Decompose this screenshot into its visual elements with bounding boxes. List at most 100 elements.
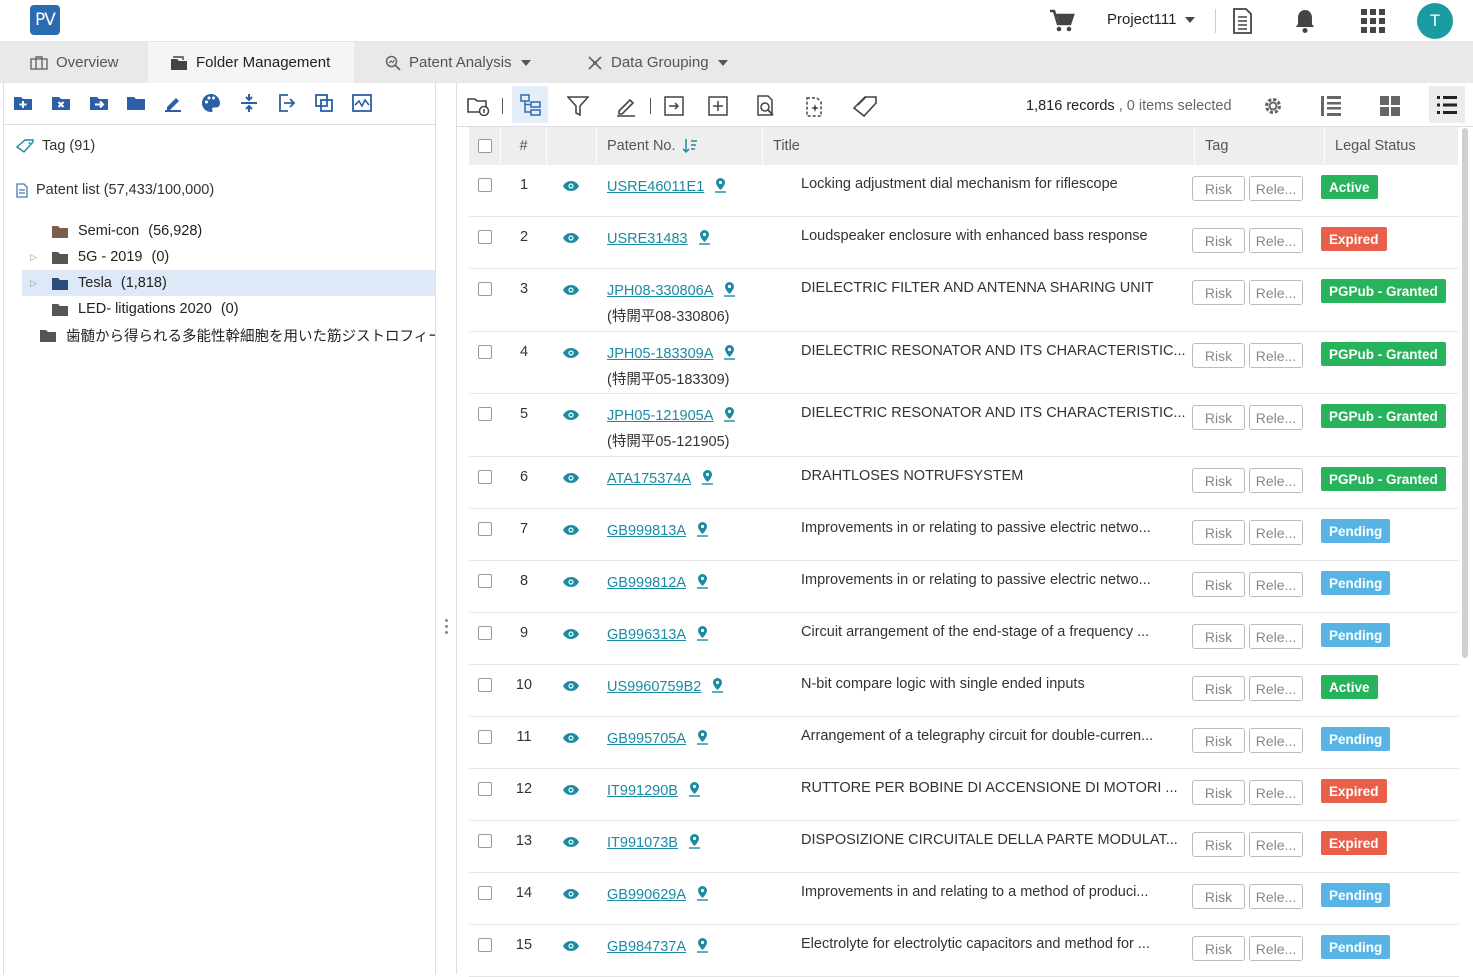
tag-risk-button[interactable]: Risk (1192, 884, 1245, 909)
tag-tree-item[interactable]: Tag (91) (16, 138, 95, 154)
project-selector[interactable]: Project111 (1107, 11, 1195, 28)
table-row[interactable]: 6 ATA175374A DRAHTLOSES NOTRUFSYSTEM Risk Re… (469, 457, 1459, 509)
avatar[interactable]: T (1417, 3, 1453, 39)
tag-relevant-button[interactable]: Rele... (1249, 176, 1303, 201)
chart-icon[interactable] (351, 92, 373, 114)
highlight-icon[interactable] (613, 93, 639, 119)
eye-icon[interactable] (562, 732, 580, 748)
table-row[interactable]: 10 US9960759B2 N-bit compare logic with si… (469, 665, 1459, 717)
row-checkbox[interactable] (478, 470, 492, 484)
column-header-tag[interactable]: Tag (1195, 127, 1325, 165)
patent-number-link[interactable]: JPH05-121905A (607, 408, 713, 424)
location-pin-icon[interactable] (696, 521, 709, 541)
gear-icon[interactable] (1260, 93, 1286, 119)
table-row[interactable]: 2 USRE31483 Loudspeaker enclosure with enh… (469, 217, 1459, 269)
tab-patent-analysis[interactable]: Patent Analysis (385, 42, 555, 83)
folder-item[interactable]: ▷ 5G - 2019 (0) (22, 244, 436, 270)
patent-number-link[interactable]: GB990629A (607, 887, 686, 903)
table-row[interactable]: 4 JPH05-183309A (特開平05-183309) DIELECTRIC R… (469, 332, 1459, 394)
location-pin-icon[interactable] (723, 406, 736, 426)
patent-number-link[interactable]: US9960759B2 (607, 679, 701, 695)
tag-risk-button[interactable]: Risk (1192, 343, 1245, 368)
location-pin-icon[interactable] (723, 281, 736, 301)
table-row[interactable]: 12 IT991290B RUTTORE PER BOBINE DI ACCENSI… (469, 769, 1459, 821)
move-folder-icon[interactable] (88, 92, 110, 114)
location-pin-icon[interactable] (696, 573, 709, 593)
tag-risk-button[interactable]: Risk (1192, 936, 1245, 961)
tag-risk-button[interactable]: Risk (1192, 405, 1245, 430)
copy-icon[interactable] (313, 92, 335, 114)
row-checkbox[interactable] (478, 730, 492, 744)
table-row[interactable]: 7 GB999813A Improvements in or relating to… (469, 509, 1459, 561)
patent-number-link[interactable]: GB984737A (607, 939, 686, 955)
tab-overview[interactable]: Overview (30, 42, 148, 83)
tag-risk-button[interactable]: Risk (1192, 280, 1245, 305)
tag-relevant-button[interactable]: Rele... (1249, 832, 1303, 857)
row-checkbox[interactable] (478, 574, 492, 588)
tag-relevant-button[interactable]: Rele... (1249, 884, 1303, 909)
filter-icon[interactable] (565, 93, 591, 119)
tag-relevant-button[interactable]: Rele... (1249, 468, 1303, 493)
scrollbar[interactable] (1462, 128, 1468, 658)
location-pin-icon[interactable] (711, 677, 724, 697)
location-pin-icon[interactable] (723, 344, 736, 364)
patent-number-link[interactable]: GB999813A (607, 523, 686, 539)
table-row[interactable]: 5 JPH05-121905A (特開平05-121905) DIELECTRIC R… (469, 394, 1459, 457)
eye-icon[interactable] (562, 180, 580, 196)
location-pin-icon[interactable] (696, 729, 709, 749)
table-row[interactable]: 3 JPH08-330806A (特開平08-330806) DIELECTRIC F… (469, 269, 1459, 332)
list-detail-view-icon[interactable] (1318, 93, 1344, 119)
row-checkbox[interactable] (478, 678, 492, 692)
export-list-icon[interactable] (661, 93, 687, 119)
tag-risk-button[interactable]: Risk (1192, 624, 1245, 649)
tag-risk-button[interactable]: Risk (1192, 176, 1245, 201)
location-pin-icon[interactable] (688, 833, 701, 853)
table-row[interactable]: 13 IT991073B DISPOSIZIONE CIRCUITALE DELLA… (469, 821, 1459, 873)
eye-icon[interactable] (562, 888, 580, 904)
eye-icon[interactable] (562, 284, 580, 300)
eye-icon[interactable] (562, 680, 580, 696)
app-logo[interactable]: PV (30, 5, 60, 35)
tag-relevant-button[interactable]: Rele... (1249, 572, 1303, 597)
table-row[interactable]: 1 USRE46011E1 Locking adjustment dial mech… (469, 165, 1459, 217)
merge-icon[interactable] (238, 92, 260, 114)
tag-risk-button[interactable]: Risk (1192, 520, 1245, 545)
tree-view-icon[interactable] (512, 86, 548, 123)
eye-icon[interactable] (562, 940, 580, 956)
folder-info-icon[interactable] (465, 93, 491, 119)
patent-list-tree-item[interactable]: Patent list (57,433/100,000) (16, 182, 214, 198)
folder-icon[interactable] (125, 92, 147, 114)
tag-relevant-button[interactable]: Rele... (1249, 405, 1303, 430)
tag-relevant-button[interactable]: Rele... (1249, 343, 1303, 368)
table-row[interactable]: 9 GB996313A Circuit arrangement of the end… (469, 613, 1459, 665)
eye-icon[interactable] (562, 472, 580, 488)
tag-risk-button[interactable]: Risk (1192, 468, 1245, 493)
tab-folder-management[interactable]: Folder Management (148, 42, 354, 83)
location-pin-icon[interactable] (688, 781, 701, 801)
location-pin-icon[interactable] (698, 229, 711, 249)
folder-item[interactable]: ▷ Tesla (1,818) (22, 270, 436, 296)
search-document-icon[interactable] (753, 93, 779, 119)
expand-caret-icon[interactable]: ▷ (30, 278, 42, 289)
tag-relevant-button[interactable]: Rele... (1249, 280, 1303, 305)
tag-relevant-button[interactable]: Rele... (1249, 676, 1303, 701)
select-all-checkbox[interactable] (469, 127, 501, 165)
tag-risk-button[interactable]: Risk (1192, 832, 1245, 857)
folder-item[interactable]: 歯髄から得られる多能性幹細胞を用いた筋ジストロフィー (22, 322, 436, 348)
column-header-title[interactable]: Title (763, 127, 1195, 165)
new-folder-icon[interactable] (12, 92, 34, 114)
tag-risk-button[interactable]: Risk (1192, 572, 1245, 597)
row-checkbox[interactable] (478, 345, 492, 359)
drag-handle-icon[interactable] (445, 619, 449, 637)
palette-icon[interactable] (200, 92, 222, 114)
row-checkbox[interactable] (478, 626, 492, 640)
panel-splitter[interactable] (435, 83, 457, 974)
sort-icon[interactable] (681, 138, 698, 154)
tag-relevant-button[interactable]: Rele... (1249, 228, 1303, 253)
ai-document-icon[interactable] (802, 93, 828, 119)
expand-caret-icon[interactable]: ▷ (30, 252, 42, 263)
tag-relevant-button[interactable]: Rele... (1249, 624, 1303, 649)
patent-number-link[interactable]: GB995705A (607, 731, 686, 747)
patent-number-link[interactable]: JPH08-330806A (607, 283, 713, 299)
tag-relevant-button[interactable]: Rele... (1249, 728, 1303, 753)
